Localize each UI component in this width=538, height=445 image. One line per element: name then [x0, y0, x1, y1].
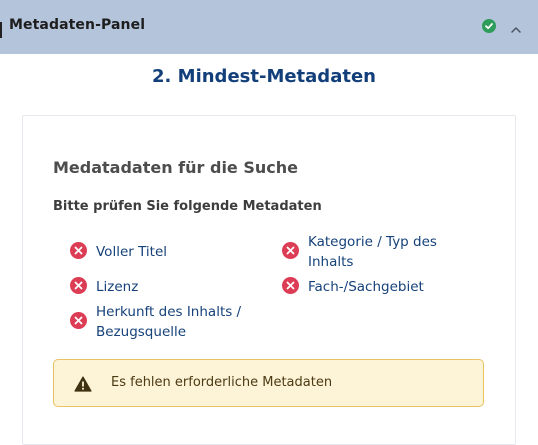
metadata-item-full-title: Voller Titel [70, 242, 167, 262]
metadata-item-label-cont: Bezugsquelle [96, 324, 187, 340]
metadata-item-subject: Fach-/Sachgebiet [282, 277, 424, 297]
warning-text: Es fehlen erforderliche Metadaten [111, 375, 333, 390]
panel-title: Metadaten-Panel [9, 17, 146, 33]
metadata-item-label: Lizenz [96, 279, 139, 295]
panel-edge-marker [0, 22, 2, 38]
error-x-icon [282, 242, 299, 259]
error-x-icon [70, 242, 87, 259]
error-x-icon [282, 277, 299, 294]
error-x-icon [70, 312, 87, 329]
warning-triangle-icon [74, 376, 92, 392]
metadata-item-label: Fach-/Sachgebiet [308, 279, 424, 295]
metadata-item-origin: Herkunft des Inhalts / Bezugsquelle [70, 304, 241, 352]
chevron-up-icon[interactable] [510, 20, 522, 33]
section-heading: 2. Mindest-Metadaten [152, 66, 376, 87]
card-subtitle: Bitte prüfen Sie folgende Metadaten [53, 199, 322, 214]
error-x-icon [70, 277, 87, 294]
metadata-item-category: Kategorie / Typ des Inhalts [282, 234, 437, 282]
metadata-item-label: Voller Titel [96, 244, 168, 260]
check-circle-icon [482, 19, 496, 33]
panel-header[interactable]: Metadaten-Panel [0, 0, 538, 54]
card-title: Medatadaten für die Suche [53, 158, 298, 177]
metadata-item-label: Herkunft des Inhalts / [96, 304, 242, 320]
metadata-item-label: Kategorie / Typ des [308, 234, 437, 250]
metadata-item-label-cont: Inhalts [308, 254, 354, 270]
missing-metadata-warning: Es fehlen erforderliche Metadaten [53, 359, 484, 407]
metadata-item-license: Lizenz [70, 277, 138, 297]
